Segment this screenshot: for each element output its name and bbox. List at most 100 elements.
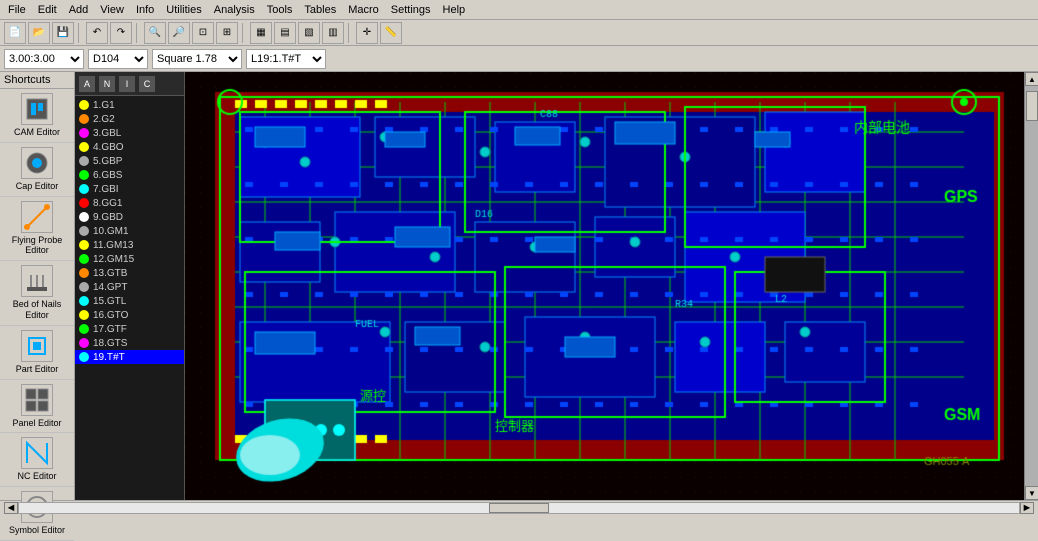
undo-button[interactable]: ↶: [86, 22, 108, 44]
layer-color-button[interactable]: C: [139, 76, 155, 92]
layer-item-G2[interactable]: 2.G2: [75, 112, 184, 126]
shortcut-symbol-editor[interactable]: Σ Symbol Editor: [0, 487, 74, 541]
cap-editor-icon: [21, 147, 53, 179]
redo-button[interactable]: ↷: [110, 22, 132, 44]
layer-panel-header: A N I C: [75, 72, 184, 96]
horizontal-scroll-track[interactable]: [18, 502, 1020, 514]
zoom-out-button[interactable]: 🔎: [168, 22, 190, 44]
main-area: Shortcuts CAM Editor Cap Editor: [0, 72, 1038, 500]
vertical-scrollbar[interactable]: ▲ ▼: [1024, 72, 1038, 500]
layer-item-GM1[interactable]: 10.GM1: [75, 224, 184, 238]
shortcut-panel-editor[interactable]: Panel Editor: [0, 380, 74, 434]
zoom-area-button[interactable]: ⊞: [216, 22, 238, 44]
panel-editor-label: Panel Editor: [12, 418, 61, 429]
layer-color-GTS: [79, 338, 89, 348]
separator4: [348, 23, 352, 43]
shortcuts-panel: Shortcuts CAM Editor Cap Editor: [0, 72, 75, 500]
zoom-in-button[interactable]: 🔍: [144, 22, 166, 44]
layer-inv-button[interactable]: I: [119, 76, 135, 92]
layer-item-GBS[interactable]: 6.GBS: [75, 168, 184, 182]
net-select[interactable]: D104: [88, 49, 148, 69]
layer-item-GBO[interactable]: 4.GBO: [75, 140, 184, 154]
menu-help[interactable]: Help: [437, 2, 472, 18]
layer-label-GBP: 5.GBP: [93, 156, 122, 167]
layer-item-GTO[interactable]: 16.GTO: [75, 308, 184, 322]
pcb-canvas[interactable]: [185, 72, 1024, 500]
menu-analysis[interactable]: Analysis: [208, 2, 261, 18]
part-editor-icon: [21, 330, 53, 362]
layer-color-T#T: [79, 352, 89, 362]
layer-none-button[interactable]: N: [99, 76, 115, 92]
layer-item-GG1[interactable]: 8.GG1: [75, 196, 184, 210]
layer-label-GBO: 4.GBO: [93, 142, 124, 153]
panel-editor-icon: [21, 384, 53, 416]
snap-button[interactable]: ✛: [356, 22, 378, 44]
menu-add[interactable]: Add: [63, 2, 95, 18]
layer-label-GTS: 18.GTS: [93, 338, 127, 349]
separator2: [136, 23, 140, 43]
scroll-track-v[interactable]: [1025, 86, 1038, 486]
layer-select[interactable]: L19:1.T#T: [246, 49, 326, 69]
coord-select[interactable]: 3.00:3.00: [4, 49, 84, 69]
measure-button[interactable]: 📏: [380, 22, 402, 44]
layer-item-GM13[interactable]: 11.GM13: [75, 238, 184, 252]
grid1-button[interactable]: ▦: [250, 22, 272, 44]
menu-view[interactable]: View: [94, 2, 130, 18]
layer-color-GBO: [79, 142, 89, 152]
shortcut-bed-of-nails[interactable]: Bed of Nails Editor: [0, 261, 74, 326]
layer-item-GBI[interactable]: 7.GBI: [75, 182, 184, 196]
scroll-up-button[interactable]: ▲: [1025, 72, 1038, 86]
scroll-thumb-v[interactable]: [1026, 91, 1038, 121]
open-button[interactable]: 📂: [28, 22, 50, 44]
menu-settings[interactable]: Settings: [385, 2, 437, 18]
shortcut-flying-probe[interactable]: Flying Probe Editor: [0, 197, 74, 262]
layer-label-GG1: 8.GG1: [93, 198, 122, 209]
layer-color-G2: [79, 114, 89, 124]
toolbar2: 3.00:3.00 D104 Square 1.78 L19:1.T#T: [0, 46, 1038, 72]
menu-info[interactable]: Info: [130, 2, 160, 18]
horizontal-scroll-thumb[interactable]: [489, 503, 549, 513]
grid2-button[interactable]: ▤: [274, 22, 296, 44]
layer-all-button[interactable]: A: [79, 76, 95, 92]
layer-label-G2: 2.G2: [93, 114, 115, 125]
layer-item-GBD[interactable]: 9.GBD: [75, 210, 184, 224]
layer-item-GTF[interactable]: 17.GTF: [75, 322, 184, 336]
layer-color-GBL: [79, 128, 89, 138]
shortcut-part-editor[interactable]: Part Editor: [0, 326, 74, 380]
menu-utilities[interactable]: Utilities: [160, 2, 207, 18]
layer-item-G1[interactable]: 1.G1: [75, 98, 184, 112]
scroll-left-button[interactable]: ◄: [4, 502, 18, 514]
layer-item-T#T[interactable]: 19.T#T: [75, 350, 184, 364]
pcb-view[interactable]: [185, 72, 1024, 500]
scroll-right-button[interactable]: ►: [1020, 502, 1034, 514]
zoom-fit-button[interactable]: ⊡: [192, 22, 214, 44]
layer-item-GPT[interactable]: 14.GPT: [75, 280, 184, 294]
layer-item-GBL[interactable]: 3.GBL: [75, 126, 184, 140]
shortcut-cam-editor[interactable]: CAM Editor: [0, 89, 74, 143]
layer-label-GBS: 6.GBS: [93, 170, 122, 181]
layer-item-GTS[interactable]: 18.GTS: [75, 336, 184, 350]
menu-tools[interactable]: Tools: [261, 2, 299, 18]
layer-color-GBD: [79, 212, 89, 222]
menu-tables[interactable]: Tables: [298, 2, 342, 18]
scroll-down-button[interactable]: ▼: [1025, 486, 1038, 500]
layer-label-GM13: 11.GM13: [93, 240, 133, 251]
layer-item-GBP[interactable]: 5.GBP: [75, 154, 184, 168]
shortcut-nc-editor[interactable]: NC Editor: [0, 433, 74, 487]
layer-item-GTL[interactable]: 15.GTL: [75, 294, 184, 308]
shortcut-cap-editor[interactable]: Cap Editor: [0, 143, 74, 197]
layer-item-GM15[interactable]: 12.GM15: [75, 252, 184, 266]
grid3-button[interactable]: ▧: [298, 22, 320, 44]
layer-label-GM15: 12.GM15: [93, 254, 134, 265]
layer-panel: A N I C 1.G1 2.G23.GBL 4.GBO 5.GBP 6.GBS7.GB…: [75, 72, 185, 500]
menu-macro[interactable]: Macro: [342, 2, 385, 18]
layer-item-GTB[interactable]: 13.GTB: [75, 266, 184, 280]
menu-edit[interactable]: Edit: [32, 2, 63, 18]
layer-label-T#T: 19.T#T: [93, 352, 125, 363]
save-button[interactable]: 💾: [52, 22, 74, 44]
layer-color-G1: [79, 100, 89, 110]
new-button[interactable]: 📄: [4, 22, 26, 44]
net-type-select[interactable]: Square 1.78: [152, 49, 242, 69]
grid4-button[interactable]: ▥: [322, 22, 344, 44]
menu-file[interactable]: File: [2, 2, 32, 18]
